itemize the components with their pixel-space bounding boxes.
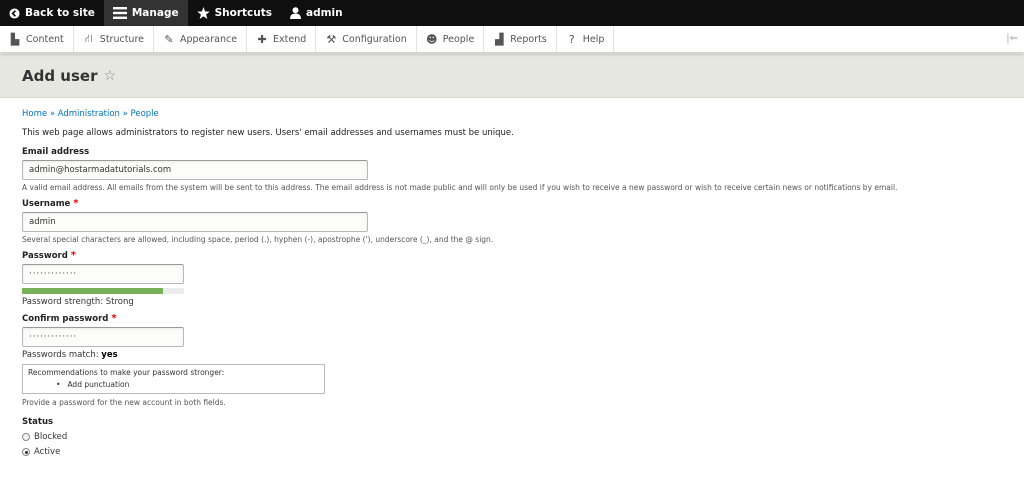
bar-chart-icon: ▟	[495, 32, 504, 46]
email-label: Email address	[22, 147, 90, 157]
user-tab[interactable]: admin	[281, 0, 352, 26]
paintbrush-icon: ✎	[164, 32, 174, 46]
back-arrow-icon	[9, 7, 20, 19]
tray-item-label: Structure	[99, 33, 144, 45]
tray-item-label: Configuration	[342, 33, 407, 45]
sitemap-icon: ⛙	[84, 31, 93, 45]
tray-item-label: Help	[582, 33, 605, 45]
status-option-blocked[interactable]: Blocked	[22, 432, 1002, 442]
email-value: admin@hostarmadatutorials.com	[29, 165, 172, 175]
password-label-row: Password *	[22, 250, 1002, 261]
status-option-label: Blocked	[34, 432, 68, 442]
status-label: Status	[22, 417, 54, 427]
username-label-row: Username *	[22, 198, 1002, 209]
manage-label: Manage	[131, 7, 179, 19]
shortcuts-tab[interactable]: Shortcuts	[188, 0, 281, 26]
email-description: A valid email address. All emails from t…	[22, 183, 898, 192]
user-label: admin	[306, 7, 343, 19]
intro-text: This web page allows administrators to r…	[22, 128, 514, 138]
star-icon	[196, 7, 210, 19]
username-field-group: Username * admin Several special charact…	[22, 198, 1002, 244]
tray-item-appearance[interactable]: ✎ Appearance	[154, 26, 248, 52]
admin-toolbar: Back to site Manage Shortcuts admin	[0, 0, 1024, 26]
password-strength-text: Password strength: Strong	[22, 297, 134, 307]
email-field[interactable]: admin@hostarmadatutorials.com	[22, 160, 368, 180]
manage-tab[interactable]: Manage	[103, 0, 188, 26]
breadcrumb-home[interactable]: Home	[22, 109, 47, 119]
username-value: admin	[29, 217, 56, 227]
password-recommendations: Recommendations to make your password st…	[22, 364, 325, 394]
required-marker: *	[111, 313, 117, 324]
tray-item-label: Extend	[273, 33, 307, 45]
tray-item-help[interactable]: ? Help	[557, 26, 615, 52]
username-field[interactable]: admin	[22, 212, 368, 232]
puzzle-icon: ✚	[257, 32, 267, 46]
tray-item-content[interactable]: ▙ Content	[0, 26, 74, 52]
shortcuts-label: Shortcuts	[214, 7, 272, 19]
tray-item-extend[interactable]: ✚ Extend	[247, 26, 317, 52]
back-to-site-link[interactable]: Back to site	[0, 0, 104, 26]
page-title: Add user	[22, 66, 98, 85]
tray-item-label: Appearance	[180, 33, 238, 45]
status-field-group: Status Blocked Active	[22, 417, 1002, 457]
breadcrumb-separator: »	[122, 109, 128, 119]
password-match-prefix: Passwords match:	[22, 350, 102, 360]
breadcrumb-administration[interactable]: Administration	[58, 109, 120, 119]
menu-icon	[112, 7, 127, 19]
recommendations-list: Add punctuation	[28, 380, 319, 389]
confirm-label-row: Confirm password *	[22, 313, 1002, 324]
tray-orientation-toggle-icon[interactable]: |⇐	[1006, 33, 1018, 44]
file-icon: ▙	[10, 32, 20, 46]
username-label: Username	[22, 199, 71, 209]
required-marker: *	[73, 198, 79, 209]
username-description: Several special characters are allowed, …	[22, 235, 494, 244]
password-label: Password	[22, 251, 68, 261]
tray-item-configuration[interactable]: ⚒ Configuration	[316, 26, 417, 52]
tray-item-label: People	[442, 33, 475, 45]
provide-password-text: Provide a password for the new account i…	[22, 398, 226, 407]
user-icon	[290, 7, 301, 19]
radio-active[interactable]	[22, 448, 30, 456]
password-match-text: Passwords match: yes	[22, 350, 1002, 360]
breadcrumb-separator: »	[49, 109, 56, 119]
tray-item-reports[interactable]: ▟ Reports	[484, 26, 557, 52]
wrench-icon: ⚒	[326, 32, 337, 46]
password-strength-bar	[22, 288, 184, 294]
people-icon: ☻	[426, 32, 438, 46]
shortcut-star-icon[interactable]: ☆	[103, 68, 116, 84]
admin-tray: ▙ Content ⛙ Structure ✎ Appearance ✚ Extend …	[0, 26, 1024, 53]
required-marker: *	[70, 250, 77, 261]
breadcrumb: Home » Administration » People	[22, 109, 1002, 119]
password-value: ·············	[29, 269, 78, 279]
password-match-value: yes	[101, 350, 118, 360]
tray-item-structure[interactable]: ⛙ Structure	[74, 26, 154, 52]
password-strength-fill	[22, 288, 163, 294]
breadcrumb-people[interactable]: People	[131, 109, 159, 119]
email-field-group: Email address admin@hostarmadatutorials.…	[22, 147, 1002, 192]
recommendation-item: Add punctuation	[67, 380, 319, 389]
main-content: Home » Administration » People This web …	[0, 98, 1024, 457]
password-field-group: Password * ············· Password streng…	[22, 250, 1002, 307]
tray-item-label: Reports	[510, 33, 547, 45]
help-icon: ?	[568, 32, 575, 46]
confirm-password-value: ·············	[29, 332, 78, 342]
tray-item-label: Content	[26, 33, 64, 45]
status-option-label: Active	[34, 447, 61, 457]
confirm-password-field[interactable]: ·············	[22, 327, 184, 347]
radio-blocked[interactable]	[22, 433, 30, 441]
back-to-site-label: Back to site	[25, 7, 95, 19]
password-field[interactable]: ·············	[22, 264, 184, 284]
tray-item-people[interactable]: ☻ People	[417, 26, 485, 52]
confirm-password-field-group: Confirm password * ············· Passwor…	[22, 313, 1002, 407]
status-option-active[interactable]: Active	[22, 447, 1002, 457]
page-header: Add user ☆	[0, 54, 1024, 98]
confirm-password-label: Confirm password	[22, 314, 109, 324]
recommendations-title: Recommendations to make your password st…	[28, 368, 225, 377]
